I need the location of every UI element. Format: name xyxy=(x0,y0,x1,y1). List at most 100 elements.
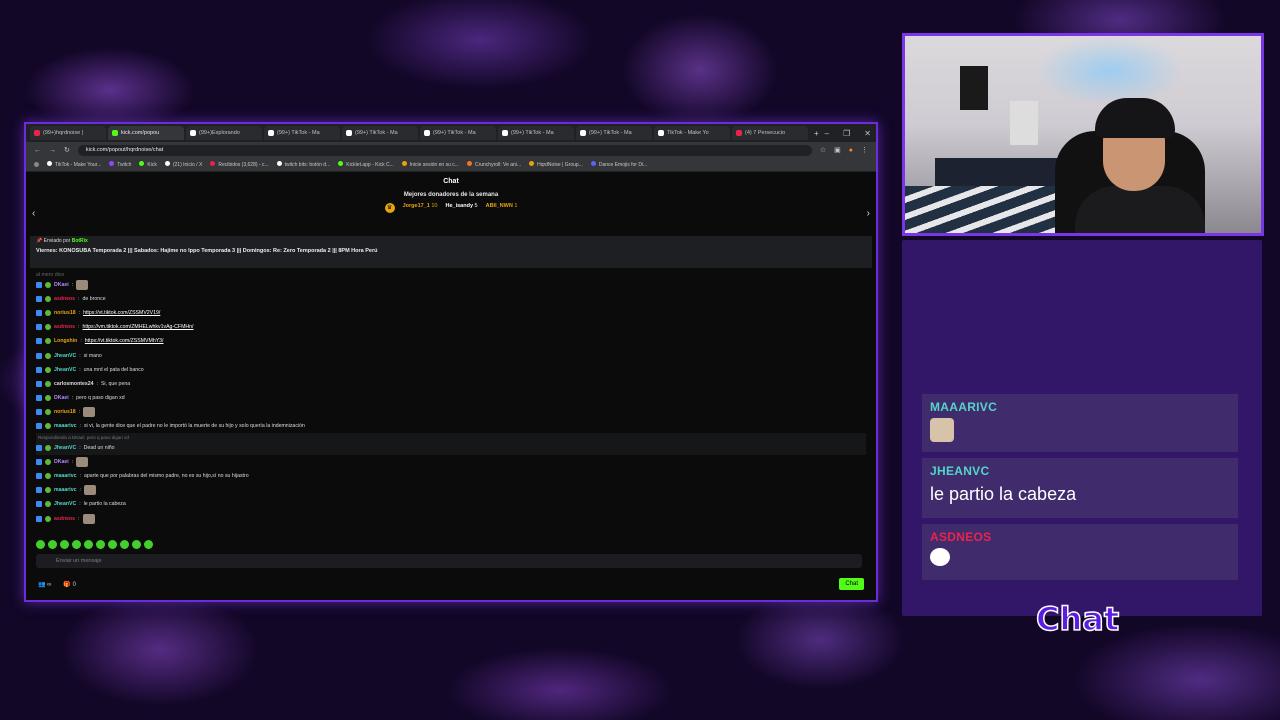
browser-tab[interactable]: (99+)hqrdnoise | xyxy=(30,126,106,140)
chat-message[interactable]: maaarivc: si vi, la gente dice que el pad… xyxy=(36,419,866,433)
bookmark-item[interactable]: Recibidos (3,628) - c... xyxy=(210,161,269,168)
browser-tab[interactable]: kick.com/popou xyxy=(108,126,184,140)
chat-message[interactable]: asdneos: de bronce xyxy=(36,292,866,306)
chat-text: de bronce xyxy=(82,296,106,303)
chat-username[interactable]: norius18 xyxy=(54,409,76,415)
chat-username[interactable]: JheanVC xyxy=(54,367,76,373)
chat-username[interactable]: JheanVC xyxy=(54,445,76,451)
forward-icon[interactable]: → xyxy=(49,147,56,154)
subscriber-badge-icon xyxy=(45,408,51,415)
emote-icon[interactable] xyxy=(120,540,129,549)
emote-icon[interactable] xyxy=(48,540,57,549)
chat-message[interactable]: norius18: https://vt.tiktok.com/ZSSMV2V19… xyxy=(36,306,866,320)
chat-message[interactable]: maaarivc: aparte que por palabras del mis… xyxy=(36,469,866,483)
emote-icon[interactable] xyxy=(132,540,141,549)
bookmark-icon xyxy=(164,161,170,166)
chat-message[interactable]: JheanVC: una mrd el pata del banco xyxy=(36,363,866,377)
chat-message[interactable]: JheanVC: le partio la cabeza xyxy=(36,497,866,511)
bookmark-item[interactable]: Crunchyroll: Ve ani... xyxy=(466,161,521,168)
bookmark-item[interactable]: HqrdNoise | Group... xyxy=(529,161,583,168)
emote-icon[interactable] xyxy=(72,540,81,549)
badge-icon xyxy=(36,459,42,466)
browser-tab[interactable]: (99+) TikTok - Ma xyxy=(264,126,340,140)
chat-username[interactable]: carlosmontes24 xyxy=(54,381,94,387)
emote-icon[interactable] xyxy=(36,540,45,549)
chat-username[interactable]: Longshin xyxy=(54,338,77,344)
tab-label: (99+)Explorando xyxy=(199,130,240,136)
chat-message[interactable]: JheanVC: Dead un niño xyxy=(36,441,866,456)
reload-icon[interactable]: ↻ xyxy=(64,146,70,154)
chat-message[interactable]: maaarivc: xyxy=(36,483,866,497)
bookmark-item[interactable]: Inicie sesión en su c... xyxy=(401,161,459,168)
chat-username[interactable]: JheanVC xyxy=(54,501,76,507)
chat-message[interactable]: asdneos: xyxy=(36,512,866,526)
prev-arrow-icon[interactable]: ‹ xyxy=(32,208,35,219)
chat-message[interactable]: JheanVC: si mano xyxy=(36,348,866,362)
overlay-emote xyxy=(930,418,954,442)
browser-tab[interactable]: (99+) TikTok - Ma xyxy=(576,126,652,140)
chat-message[interactable]: carlosmontes24: Si, que pena xyxy=(36,377,866,391)
chat-username[interactable]: maaarivc xyxy=(54,423,77,429)
next-arrow-icon[interactable]: › xyxy=(867,208,870,219)
emote-icon[interactable] xyxy=(144,540,153,549)
emote-icon[interactable] xyxy=(96,540,105,549)
chat-link[interactable]: https://vt.tiktok.com/ZSSMVMhY3/ xyxy=(85,338,164,344)
browser-tab[interactable]: TikTok - Make Yo xyxy=(654,126,730,140)
star-icon[interactable]: ☆ xyxy=(820,146,826,154)
bookmark-item[interactable]: Kicklet.app - Kick C... xyxy=(338,161,394,168)
url-field[interactable]: kick.com/popout/hqrdnoise/chat xyxy=(77,144,812,156)
extensions-icon[interactable]: ▣ xyxy=(834,146,841,154)
chat-text: pero q paso digan xd xyxy=(76,394,125,401)
reply-hint: Respondiendo a DKaei: pero q paso digan … xyxy=(36,433,866,442)
browser-tab[interactable]: (99+) TikTok - Ma xyxy=(498,126,574,140)
menu-icon[interactable]: ⋮ xyxy=(861,146,868,154)
chat-username[interactable]: DKaei xyxy=(54,459,69,465)
close-icon[interactable]: ✕ xyxy=(864,129,871,138)
bookmark-item[interactable]: (21) Inicio / X xyxy=(164,161,202,168)
emote-icon[interactable] xyxy=(60,540,69,549)
apps-icon[interactable] xyxy=(34,162,39,167)
new-tab-button[interactable]: + xyxy=(810,129,823,138)
chat-username[interactable]: DKaei xyxy=(54,395,69,401)
overlay-username: ASDNEOS xyxy=(930,530,992,544)
chat-username[interactable]: asdneos xyxy=(54,296,75,302)
emote-icon[interactable] xyxy=(84,540,93,549)
send-chat-button[interactable]: Chat xyxy=(839,578,864,590)
chat-link[interactable]: https://vm.tiktok.com/ZMHELwhkv1vAg-CFMH… xyxy=(83,324,194,330)
bookmark-item[interactable]: TikTok - Make Your... xyxy=(47,161,101,168)
chat-username[interactable]: DKaei xyxy=(54,282,69,288)
bookmark-item[interactable]: Kick xyxy=(139,161,157,168)
chat-username[interactable]: asdneos xyxy=(54,324,75,330)
donor-entry: He_isandy 5 xyxy=(445,203,477,213)
bookmark-item[interactable]: twitch bits: botón d... xyxy=(276,161,330,168)
back-icon[interactable]: ← xyxy=(34,147,41,154)
chat-message[interactable]: norius18: xyxy=(36,405,866,419)
chat-message[interactable]: DKaei: xyxy=(36,278,866,292)
chat-message[interactable]: asdneos: https://vm.tiktok.com/ZMHELwhkv1… xyxy=(36,320,866,334)
chat-message[interactable]: DKaei: xyxy=(36,455,866,469)
profile-icon[interactable]: ● xyxy=(849,147,853,154)
emote-icon[interactable] xyxy=(108,540,117,549)
chat-username[interactable]: norius18 xyxy=(54,310,76,316)
browser-tab[interactable]: (99+) TikTok - Ma xyxy=(420,126,496,140)
browser-tab[interactable]: (4) 7 Persecucio xyxy=(732,126,808,140)
viewers-value: ∞ xyxy=(47,581,52,588)
chat-username[interactable]: maaarivc xyxy=(54,487,77,493)
browser-tab[interactable]: (99+) TikTok - Ma xyxy=(342,126,418,140)
browser-tab[interactable]: (99+)Explorando xyxy=(186,126,262,140)
chat-username[interactable]: asdneos xyxy=(54,516,75,522)
neon-light xyxy=(1035,36,1185,106)
separator: : xyxy=(71,394,74,401)
chat-message[interactable]: DKaei: pero q paso digan xd xyxy=(36,391,866,405)
bookmark-item[interactable]: Dance Emojis for Di... xyxy=(590,161,647,168)
chat-message[interactable]: Longshin: https://vt.tiktok.com/ZSSMVMhY3… xyxy=(36,334,866,348)
maximize-icon[interactable]: ❐ xyxy=(843,129,850,138)
chat-username[interactable]: JheanVC xyxy=(54,353,76,359)
minimize-icon[interactable]: – xyxy=(825,129,829,138)
chat-link[interactable]: https://vt.tiktok.com/ZSSMV2V19/ xyxy=(83,310,160,316)
badge-icon xyxy=(36,338,42,345)
bookmarks-bar: TikTok - Make Your... Twitch Kick (21) Inic… xyxy=(26,158,876,172)
message-input[interactable]: Enviar un mensaje xyxy=(36,554,862,568)
chat-username[interactable]: maaarivc xyxy=(54,473,77,479)
bookmark-item[interactable]: Twitch xyxy=(109,161,131,168)
